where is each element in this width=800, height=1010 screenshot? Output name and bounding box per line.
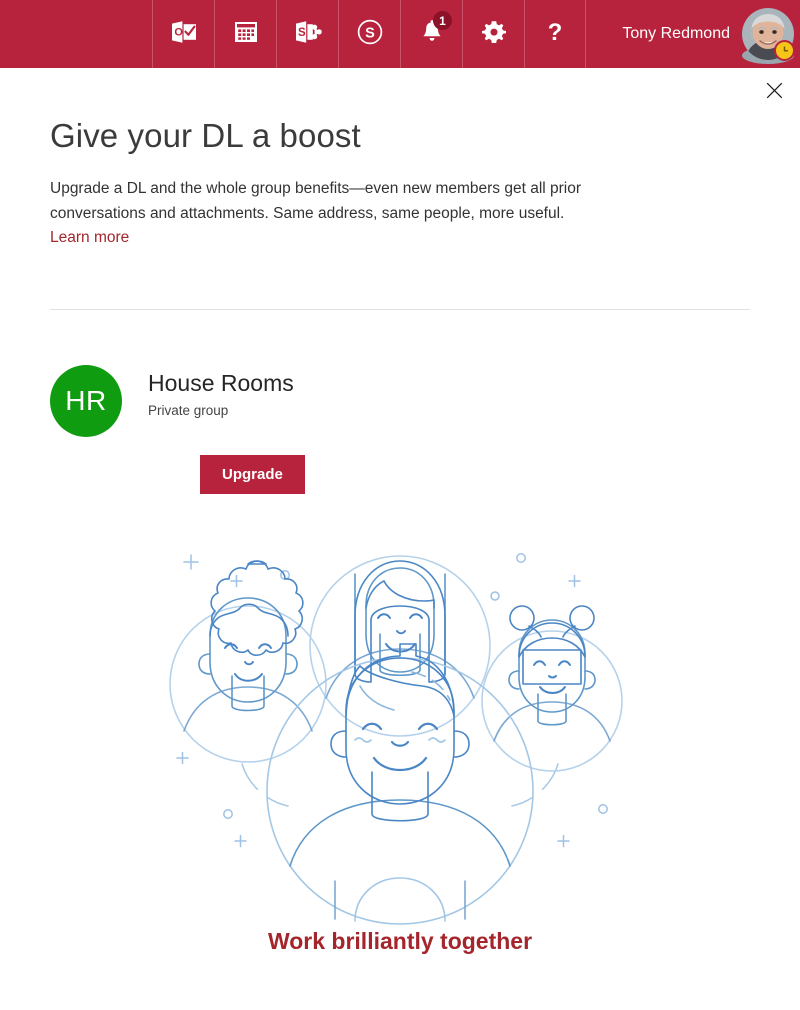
illustration-svg	[169, 552, 623, 925]
svg-text:S: S	[298, 27, 306, 39]
sharepoint-icon: S	[294, 19, 322, 50]
learn-more-link[interactable]: Learn more	[50, 229, 129, 247]
skype-icon: S	[356, 18, 384, 51]
group-privacy-label: Private group	[148, 402, 229, 418]
outlook-mail-icon: O	[170, 19, 198, 50]
notification-count-badge: 1	[433, 11, 452, 30]
group-name: House Rooms	[148, 369, 294, 396]
svg-text:?: ?	[548, 19, 563, 46]
user-account-area[interactable]: Tony Redmond	[586, 0, 800, 68]
suite-bar: O S S 1 ? Tony Redmond	[0, 0, 800, 68]
calendar-icon	[233, 19, 259, 50]
settings-gear-icon	[481, 19, 507, 50]
group-summary-row: HR House Rooms Private group	[50, 364, 750, 437]
illustration-tagline: Work brilliantly together	[267, 927, 533, 954]
app-tile-settings[interactable]	[462, 0, 524, 68]
people-group-line-art	[50, 526, 750, 926]
svg-text:O: O	[174, 26, 183, 38]
app-tile-mail[interactable]: O	[152, 0, 214, 68]
app-tile-skype[interactable]: S	[338, 0, 400, 68]
app-tile-help[interactable]: ?	[524, 0, 586, 68]
suite-bar-left-spacer	[0, 0, 152, 68]
group-meta: House Rooms Private group	[148, 365, 294, 418]
section-divider	[50, 308, 750, 310]
app-tile-sharepoint[interactable]: S	[276, 0, 338, 68]
app-tile-calendar[interactable]	[214, 0, 276, 68]
upgrade-button[interactable]: Upgrade	[200, 454, 305, 494]
promo-panel: Give your DL a boost Upgrade a DL and th…	[0, 68, 800, 955]
avatar[interactable]	[742, 8, 795, 64]
app-tile-notifications[interactable]: 1	[400, 0, 462, 68]
group-avatar-initials: HR	[50, 364, 122, 437]
help-question-icon: ?	[543, 18, 567, 51]
user-display-name: Tony Redmond	[622, 25, 730, 42]
upgrade-action-row: Upgrade	[50, 437, 750, 494]
promo-description: Upgrade a DL and the whole group benefit…	[50, 179, 582, 222]
presence-away-badge	[774, 40, 795, 61]
svg-text:S: S	[365, 25, 375, 41]
page-title: Give your DL a boost	[50, 117, 361, 154]
